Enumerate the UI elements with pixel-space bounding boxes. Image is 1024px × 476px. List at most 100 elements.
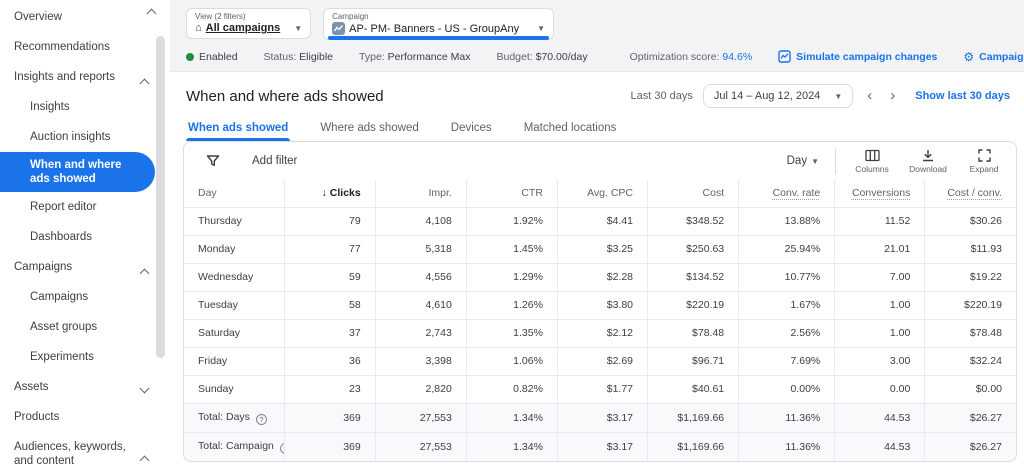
column-header-label: Impr. — [428, 187, 451, 199]
total-label-cell: Total: Days? — [184, 404, 284, 433]
metric-cell: $1,169.66 — [648, 404, 739, 433]
column-header-avg-cpc[interactable]: Avg. CPC — [557, 180, 647, 208]
sidebar-item-overview[interactable]: Overview — [0, 2, 170, 32]
metric-cell: $30.26 — [925, 208, 1016, 236]
sidebar-item-label: Insights — [30, 100, 70, 114]
metric-cell: 0.00 — [835, 376, 925, 404]
metric-cell: $250.63 — [648, 236, 739, 264]
metric-cell: $2.12 — [557, 320, 647, 348]
column-header-cost-conv[interactable]: Cost / conv. — [925, 180, 1016, 208]
column-header-ctr[interactable]: CTR — [466, 180, 557, 208]
sidebar-item-insights[interactable]: Insights — [0, 92, 170, 122]
view-selector[interactable]: View (2 filters) ⌂ All campaigns ▼ — [186, 8, 311, 39]
sidebar-item-asset-groups[interactable]: Asset groups — [0, 312, 170, 342]
sidebar-item-dashboards[interactable]: Dashboards — [0, 222, 170, 252]
campaign-selector[interactable]: Campaign AP- PM- Banners - US - GroupAny… — [323, 8, 554, 40]
metric-cell: $3.17 — [557, 404, 647, 433]
day-cell: Saturday — [184, 320, 284, 348]
sidebar-item-campaigns[interactable]: Campaigns — [0, 282, 170, 312]
date-next-icon[interactable]: › — [886, 89, 899, 103]
metric-cell: $19.22 — [925, 264, 1016, 292]
campaign-icon — [332, 22, 345, 35]
sidebar-item-assets[interactable]: Assets — [0, 372, 170, 402]
column-header-label: Conversions — [852, 187, 910, 199]
column-header-clicks[interactable]: ↓ Clicks — [284, 180, 375, 208]
metric-cell: 11.36% — [739, 433, 835, 462]
date-range-picker[interactable]: Jul 14 – Aug 12, 2024 ▼ — [703, 84, 853, 108]
page-title: When and where ads showed — [186, 88, 384, 105]
enabled-dot-icon — [186, 53, 194, 61]
sidebar-scrollbar[interactable] — [156, 36, 165, 358]
optimization-score: Optimization score: 94.6% — [630, 51, 753, 63]
column-header-cost[interactable]: Cost — [648, 180, 739, 208]
expand-button[interactable]: Expand — [964, 149, 1004, 174]
tab-matched-locations[interactable]: Matched locations — [522, 118, 619, 141]
download-icon — [921, 149, 935, 162]
column-header-conversions[interactable]: Conversions — [835, 180, 925, 208]
chevron-down-icon: ▼ — [834, 92, 842, 101]
metric-cell: 23 — [284, 376, 375, 404]
add-filter-button[interactable]: Add filter — [252, 155, 297, 167]
table-row: Tuesday584,6101.26%$3.80$220.191.67%1.00… — [184, 292, 1016, 320]
help-icon[interactable]: ? — [256, 414, 267, 425]
sidebar-item-experiments[interactable]: Experiments — [0, 342, 170, 372]
metric-cell: 1.26% — [466, 292, 557, 320]
sidebar-item-campaigns[interactable]: Campaigns — [0, 252, 170, 282]
sidebar-item-when-and-where-ads-showed[interactable]: When and where ads showed — [0, 152, 155, 192]
metric-cell: $1.77 — [557, 376, 647, 404]
date-range-label: Last 30 days — [631, 90, 693, 102]
metric-cell: $220.19 — [925, 292, 1016, 320]
sidebar-item-label: Report editor — [30, 200, 96, 214]
sidebar: OverviewRecommendationsInsights and repo… — [0, 0, 170, 454]
metric-cell: 2,820 — [375, 376, 466, 404]
tab-devices[interactable]: Devices — [449, 118, 494, 141]
tab-where-ads-showed[interactable]: Where ads showed — [318, 118, 420, 141]
table-header-row: Day↓ Clicks Impr. CTRAvg. CPCCostConv. rat… — [184, 180, 1016, 208]
date-prev-icon[interactable]: ‹ — [863, 89, 876, 103]
metric-cell: 369 — [284, 433, 375, 462]
column-header-day[interactable]: Day — [184, 180, 284, 208]
table-row: Friday363,3981.06%$2.69$96.717.69%3.00$3… — [184, 348, 1016, 376]
metric-cell: 1.00 — [835, 320, 925, 348]
sidebar-item-auction-insights[interactable]: Auction insights — [0, 122, 170, 152]
metric-cell: 27,553 — [375, 433, 466, 462]
metric-cell: 1.34% — [466, 404, 557, 433]
total-row: Total: Days?36927,5531.34%$3.17$1,169.66… — [184, 404, 1016, 433]
metric-cell: 77 — [284, 236, 375, 264]
metric-cell: 3,398 — [375, 348, 466, 376]
sidebar-item-recommendations[interactable]: Recommendations — [0, 32, 170, 62]
column-header-conv-rate[interactable]: Conv. rate — [739, 180, 835, 208]
table-row: Sunday232,8200.82%$1.77$40.610.00%0.00$0… — [184, 376, 1016, 404]
metric-cell: 1.34% — [466, 433, 557, 462]
metric-cell: $134.52 — [648, 264, 739, 292]
segment-day-dropdown[interactable]: Day▼ — [787, 155, 819, 167]
help-icon[interactable]: ? — [280, 443, 284, 454]
view-selector-value: All campaigns — [206, 22, 281, 34]
metric-cell: 11.52 — [835, 208, 925, 236]
columns-button[interactable]: Columns — [852, 149, 892, 174]
sidebar-item-label: Dashboards — [30, 230, 92, 244]
metric-cell: $96.71 — [648, 348, 739, 376]
metric-cell: $78.48 — [648, 320, 739, 348]
metric-cell: 59 — [284, 264, 375, 292]
column-header-impr[interactable]: Impr. — [375, 180, 466, 208]
download-button[interactable]: Download — [908, 149, 948, 174]
campaign-settings-link[interactable]: ⚙ Campaign settings — [963, 51, 1024, 63]
metric-cell: 5,318 — [375, 236, 466, 264]
metric-cell: $40.61 — [648, 376, 739, 404]
tab-when-ads-showed[interactable]: When ads showed — [186, 118, 290, 141]
metric-cell: $78.48 — [925, 320, 1016, 348]
metric-cell: 11.36% — [739, 404, 835, 433]
sidebar-item-report-editor[interactable]: Report editor — [0, 192, 170, 222]
show-last-30-days-link[interactable]: Show last 30 days — [915, 90, 1010, 102]
sidebar-item-insights-and-reports[interactable]: Insights and reports — [0, 62, 170, 92]
simulate-campaign-changes-link[interactable]: Simulate campaign changes — [778, 50, 937, 63]
metric-cell: 27,553 — [375, 404, 466, 433]
columns-icon — [865, 149, 880, 162]
metric-cell: 0.82% — [466, 376, 557, 404]
sidebar-item-products[interactable]: Products — [0, 402, 170, 432]
day-cell: Thursday — [184, 208, 284, 236]
table-toolbar: Add filter Day▼ Columns Download Expand — [184, 142, 1016, 180]
sidebar-item-audiences-keywords-and-content[interactable]: Audiences, keywords, and content — [0, 432, 170, 476]
filter-funnel-icon[interactable] — [200, 154, 226, 168]
